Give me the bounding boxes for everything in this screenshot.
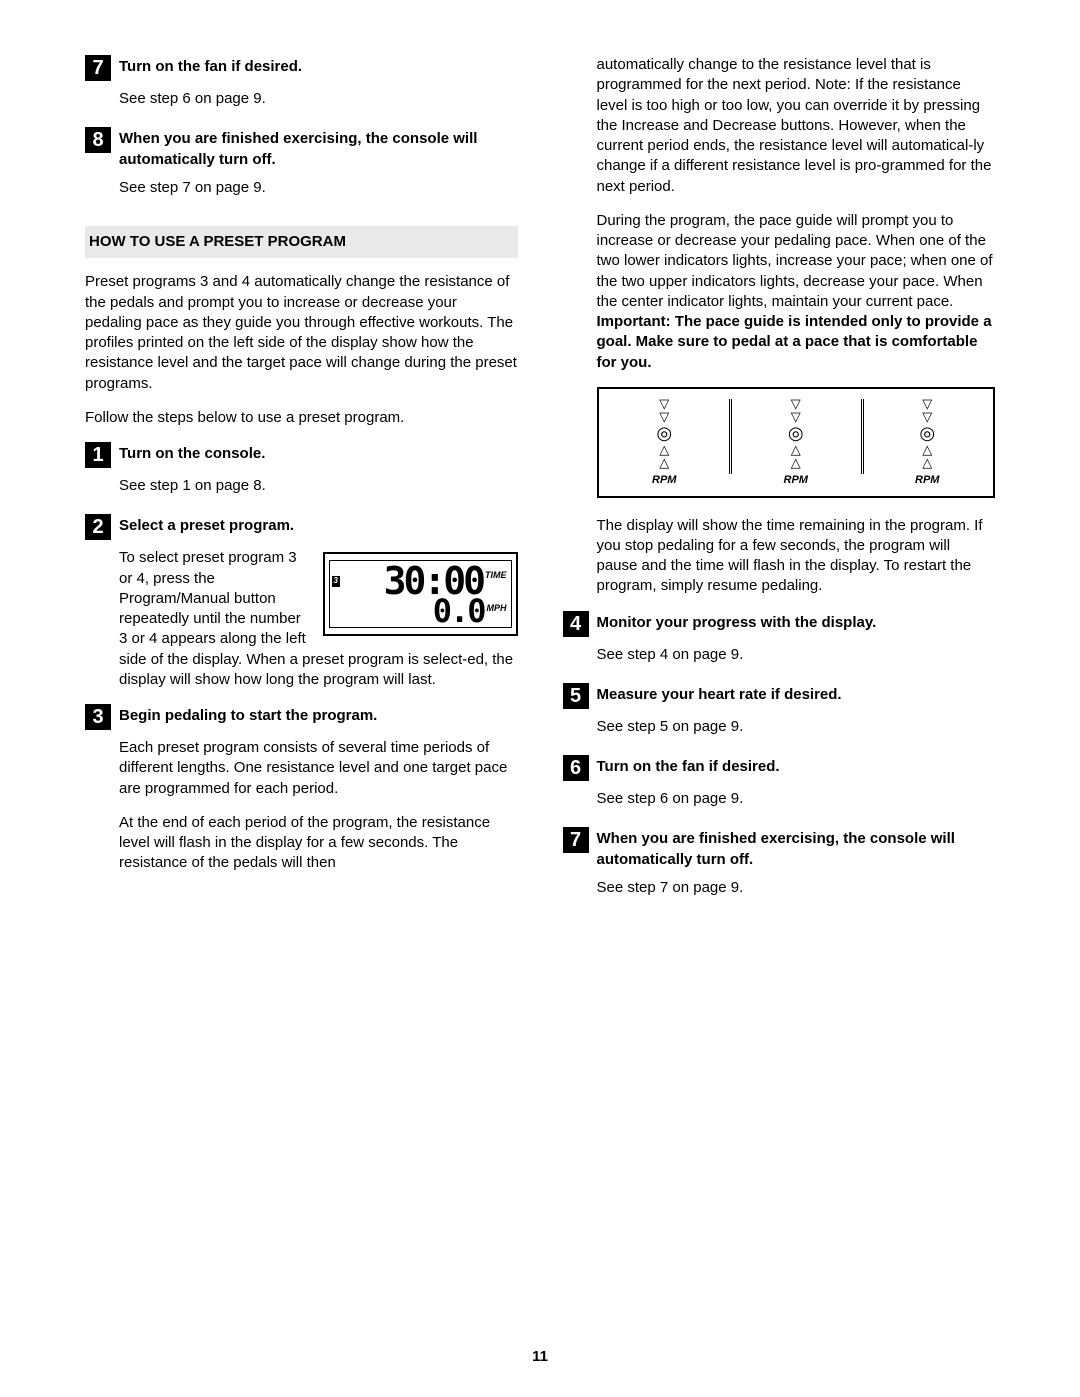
step-2-body: 3 30:00 TIME 0.0 MPH To sele [119,548,518,690]
lcd-display-figure: 3 30:00 TIME 0.0 MPH [323,552,518,635]
step-8: 8 When you are finished exercising, the … [85,127,518,170]
step-number-box: 7 [563,827,589,853]
preset-step-4: 4 Monitor your progress with the display… [563,611,996,637]
step-body: See step 7 on page 9. [119,178,518,198]
rpm-label: RPM [915,473,939,488]
continuation-p2-important: Important: The pace guide is intended on… [597,313,992,371]
step-number-box: 8 [85,127,111,153]
target-icon: ◎ [788,424,804,442]
pace-guide-figure: ▽ ▽ ◎ △ △ RPM ▽ ▽ ◎ △ △ RPM [597,387,996,498]
step-title: Turn on the fan if desired. [119,55,518,77]
step-body: See step 6 on page 9. [119,89,518,109]
step-number-box: 4 [563,611,589,637]
lcd-time-label: TIME [485,569,507,581]
lcd-inner: 3 30:00 TIME 0.0 MPH [329,560,512,627]
right-column: automatically change to the resistance l… [563,55,996,916]
chevron-up-icon: △ [659,456,669,469]
chevron-down-icon: ▽ [659,397,669,410]
step-body: See step 4 on page 9. [597,645,996,665]
chevron-down-icon: ▽ [659,410,669,423]
pace-indicator-cell: ▽ ▽ ◎ △ △ RPM [730,397,862,488]
step-body: See step 5 on page 9. [597,717,996,737]
step-title: When you are finished exercising, the co… [119,127,518,170]
step-title: When you are finished exercising, the co… [597,827,996,870]
chevron-down-icon: ▽ [791,397,801,410]
preset-step-3: 3 Begin pedaling to start the program. [85,704,518,730]
step-number-box: 6 [563,755,589,781]
lcd-program-number: 3 [332,576,340,587]
chevron-down-icon: ▽ [791,410,801,423]
continuation-p2-plain: During the program, the pace guide will … [597,212,993,310]
chevron-up-icon: △ [922,456,932,469]
chevron-up-icon: △ [791,443,801,456]
step-title: Turn on the fan if desired. [597,755,996,777]
step-body: See step 6 on page 9. [597,789,996,809]
left-column: 7 Turn on the fan if desired. See step 6… [85,55,518,916]
lcd-program-indicator: 3 [332,576,352,587]
preset-step-2: 2 Select a preset program. [85,514,518,540]
intro-paragraph-1: Preset programs 3 and 4 automatically ch… [85,272,518,394]
step-number-box: 1 [85,442,111,468]
continuation-p2: During the program, the pace guide will … [597,211,996,373]
section-heading: HOW TO USE A PRESET PROGRAM [85,226,518,258]
chevron-up-icon: △ [791,456,801,469]
preset-step-7: 7 When you are finished exercising, the … [563,827,996,870]
intro-paragraph-2: Follow the steps below to use a preset p… [85,408,518,428]
chevron-down-icon: ▽ [922,397,932,410]
preset-step-6: 6 Turn on the fan if desired. [563,755,996,781]
step-number-box: 5 [563,683,589,709]
step-title: Select a preset program. [119,514,518,536]
step-title: Begin pedaling to start the program. [119,704,518,726]
page-number: 11 [0,1347,1080,1367]
step-title: Measure your heart rate if desired. [597,683,996,705]
continuation-p1: automatically change to the resistance l… [597,55,996,197]
step-3-para-b: At the end of each period of the program… [119,813,518,874]
step-number-box: 3 [85,704,111,730]
pace-indicator-cell: ▽ ▽ ◎ △ △ RPM [599,397,731,488]
chevron-up-icon: △ [922,443,932,456]
rpm-label: RPM [784,473,808,488]
step-body: See step 1 on page 8. [119,476,518,496]
rpm-label: RPM [652,473,676,488]
step-number-box: 2 [85,514,111,540]
step-2-text-b: of the display. When a preset program is… [119,651,513,688]
lcd-mph-label: MPH [487,602,507,614]
chevron-down-icon: ▽ [922,410,932,423]
step-title: Monitor your progress with the display. [597,611,996,633]
pace-indicator-cell: ▽ ▽ ◎ △ △ RPM [862,397,994,488]
chevron-up-icon: △ [659,443,669,456]
two-column-layout: 7 Turn on the fan if desired. See step 6… [85,55,995,916]
preset-step-5: 5 Measure your heart rate if desired. [563,683,996,709]
step-number-box: 7 [85,55,111,81]
preset-step-1: 1 Turn on the console. [85,442,518,468]
lcd-mph-value: 0.0 [433,598,485,625]
step-3-para-a: Each preset program consists of several … [119,738,518,799]
step-title: Turn on the console. [119,442,518,464]
step-7: 7 Turn on the fan if desired. [85,55,518,81]
target-icon: ◎ [919,424,935,442]
step-body: Each preset program consists of several … [119,738,518,874]
continuation-block: automatically change to the resistance l… [597,55,996,597]
target-icon: ◎ [656,424,672,442]
manual-page: 7 Turn on the fan if desired. See step 6… [0,0,1080,1397]
step-body: See step 7 on page 9. [597,878,996,898]
continuation-p3: The display will show the time remaining… [597,516,996,597]
